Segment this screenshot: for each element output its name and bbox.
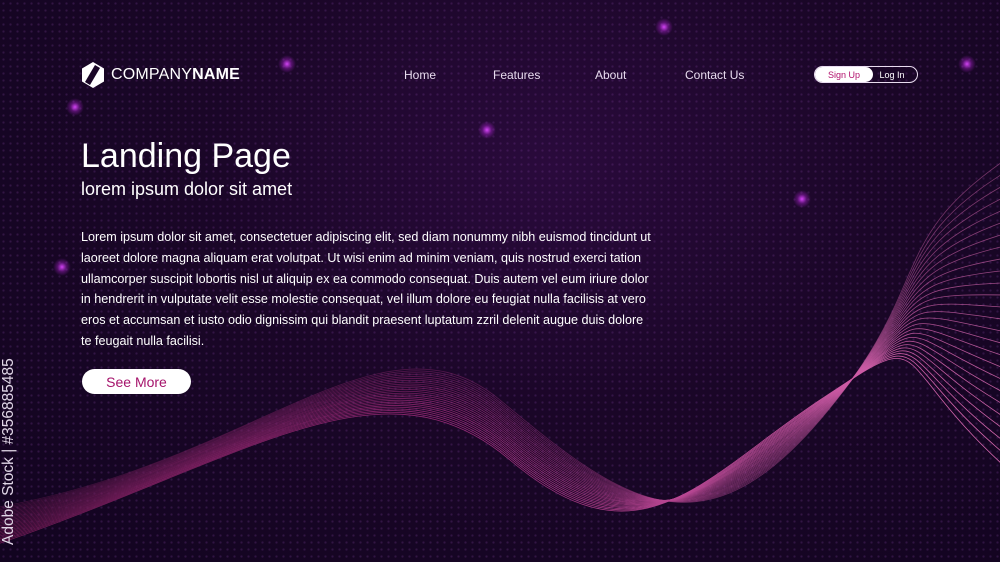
page-title: Landing Page <box>81 137 291 175</box>
glow-sparkle <box>655 18 673 36</box>
sign-up-button[interactable]: Sign Up <box>815 67 873 82</box>
nav-contact-us[interactable]: Contact Us <box>685 68 744 82</box>
wave-line <box>0 336 1000 534</box>
glow-sparkle <box>53 258 71 276</box>
glow-sparkle <box>66 98 84 116</box>
nav-features[interactable]: Features <box>493 68 540 82</box>
nav-home[interactable]: Home <box>404 68 436 82</box>
stock-watermark: Adobe Stock | #356885485 <box>0 358 17 545</box>
see-more-button[interactable]: See More <box>82 369 191 394</box>
company-name: COMPANYNAME <box>111 66 240 84</box>
hero-body-text: Lorem ipsum dolor sit amet, consectetuer… <box>81 230 651 348</box>
logo-text-light: COMPANY <box>111 66 193 83</box>
hexagon-logo-icon <box>82 62 104 88</box>
page-subtitle: lorem ipsum dolor sit amet <box>81 179 293 199</box>
wave-line <box>0 332 1000 532</box>
logo-text-bold: NAME <box>192 66 241 83</box>
log-in-button[interactable]: Log In <box>873 70 917 80</box>
auth-button-group: Sign Up Log In <box>814 66 918 83</box>
wave-line <box>0 323 1000 529</box>
glow-sparkle <box>958 55 976 73</box>
wave-line <box>0 328 1000 531</box>
glow-sparkle <box>278 55 296 73</box>
glow-sparkle <box>793 190 811 208</box>
nav-about[interactable]: About <box>595 68 626 82</box>
glow-sparkle <box>478 121 496 139</box>
company-logo[interactable]: COMPANYNAME <box>81 61 240 89</box>
